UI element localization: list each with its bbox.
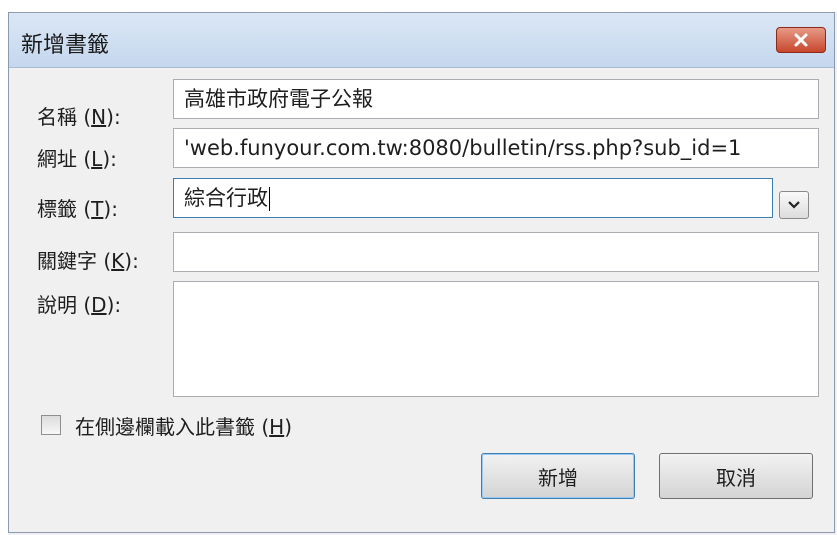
- title-bar[interactable]: 新增書籤: [9, 13, 834, 68]
- description-label: 說明 (D):: [37, 293, 122, 317]
- background-window-strip: [0, 0, 837, 12]
- add-button[interactable]: 新增: [481, 453, 635, 499]
- close-button[interactable]: [776, 27, 826, 53]
- name-field[interactable]: 高雄市政府電子公報: [173, 79, 819, 119]
- tags-dropdown-button[interactable]: [779, 191, 809, 219]
- url-field[interactable]: 'web.funyour.com.tw:8080/bulletin/rss.ph…: [173, 128, 819, 168]
- text-caret: [269, 187, 270, 211]
- background-window-edge: [0, 0, 8, 535]
- keyword-label: 關鍵字 (K):: [37, 249, 139, 273]
- load-in-sidebar-label[interactable]: 在側邊欄載入此書籤 (H): [75, 411, 292, 440]
- close-x-icon: [794, 33, 808, 47]
- chevron-down-icon: [788, 201, 800, 209]
- load-in-sidebar-checkbox[interactable]: [41, 415, 61, 435]
- name-field-value: 高雄市政府電子公報: [184, 87, 373, 111]
- url-label: 網址 (L):: [37, 147, 117, 171]
- cancel-button[interactable]: 取消: [659, 453, 813, 499]
- name-label: 名稱 (N):: [37, 105, 121, 129]
- dialog-title: 新增書籤: [21, 33, 110, 58]
- tags-field[interactable]: 綜合行政: [173, 178, 773, 218]
- url-field-value: 'web.funyour.com.tw:8080/bulletin/rss.ph…: [184, 136, 742, 160]
- add-bookmark-dialog: 新增書籤 名稱 (N): 高雄市政府電子公報 網址 (L): 'web.funy…: [8, 12, 835, 533]
- tags-field-value: 綜合行政: [184, 186, 268, 210]
- keyword-field[interactable]: [173, 232, 819, 272]
- tags-label: 標籤 (T):: [37, 197, 118, 221]
- description-field[interactable]: [173, 281, 819, 397]
